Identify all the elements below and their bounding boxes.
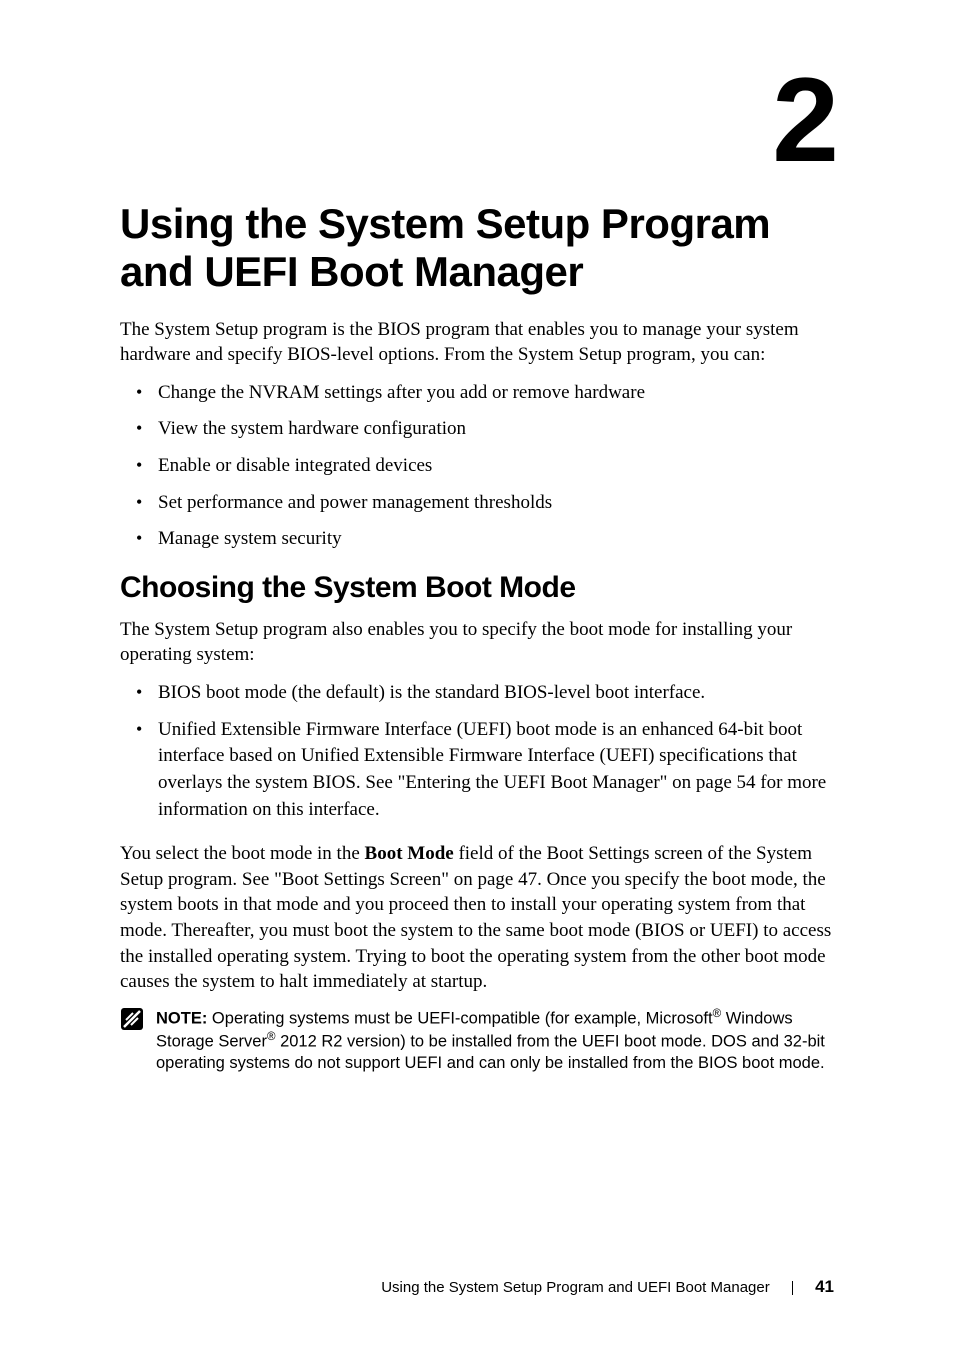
section-body: You select the boot mode in the Boot Mod… <box>120 841 834 995</box>
note-text-pre: Operating systems must be UEFI-compatibl… <box>207 1009 712 1027</box>
chapter-title: Using the System Setup Program and UEFI … <box>120 200 834 297</box>
footer-page-number: 41 <box>815 1277 834 1296</box>
list-item: Change the NVRAM settings after you add … <box>158 380 834 407</box>
list-item: Set performance and power management thr… <box>158 490 834 517</box>
footer-separator <box>792 1281 793 1295</box>
note-text: NOTE: Operating systems must be UEFI-com… <box>156 1007 834 1074</box>
chapter-intro: The System Setup program is the BIOS pro… <box>120 317 834 368</box>
page-footer: Using the System Setup Program and UEFI … <box>0 1277 834 1297</box>
note-label: NOTE: <box>156 1009 207 1027</box>
footer-title: Using the System Setup Program and UEFI … <box>381 1279 770 1296</box>
body-text-bold: Boot Mode <box>365 843 454 864</box>
note-sup1: ® <box>713 1008 722 1020</box>
body-text-post: field of the Boot Settings screen of the… <box>120 843 831 992</box>
chapter-number: 2 <box>120 60 834 180</box>
note-sup2: ® <box>267 1031 276 1043</box>
section-heading: Choosing the System Boot Mode <box>120 571 834 605</box>
chapter-bullet-list: Change the NVRAM settings after you add … <box>120 380 834 553</box>
note-icon <box>120 1007 144 1031</box>
list-item: Unified Extensible Firmware Interface (U… <box>158 717 834 823</box>
list-item: Manage system security <box>158 526 834 553</box>
body-text-pre: You select the boot mode in the <box>120 843 365 864</box>
list-item: BIOS boot mode (the default) is the stan… <box>158 680 834 707</box>
note-block: NOTE: Operating systems must be UEFI-com… <box>120 1007 834 1074</box>
list-item: Enable or disable integrated devices <box>158 453 834 480</box>
list-item: View the system hardware configuration <box>158 416 834 443</box>
section-intro: The System Setup program also enables yo… <box>120 617 834 668</box>
section-bullet-list: BIOS boot mode (the default) is the stan… <box>120 680 834 823</box>
